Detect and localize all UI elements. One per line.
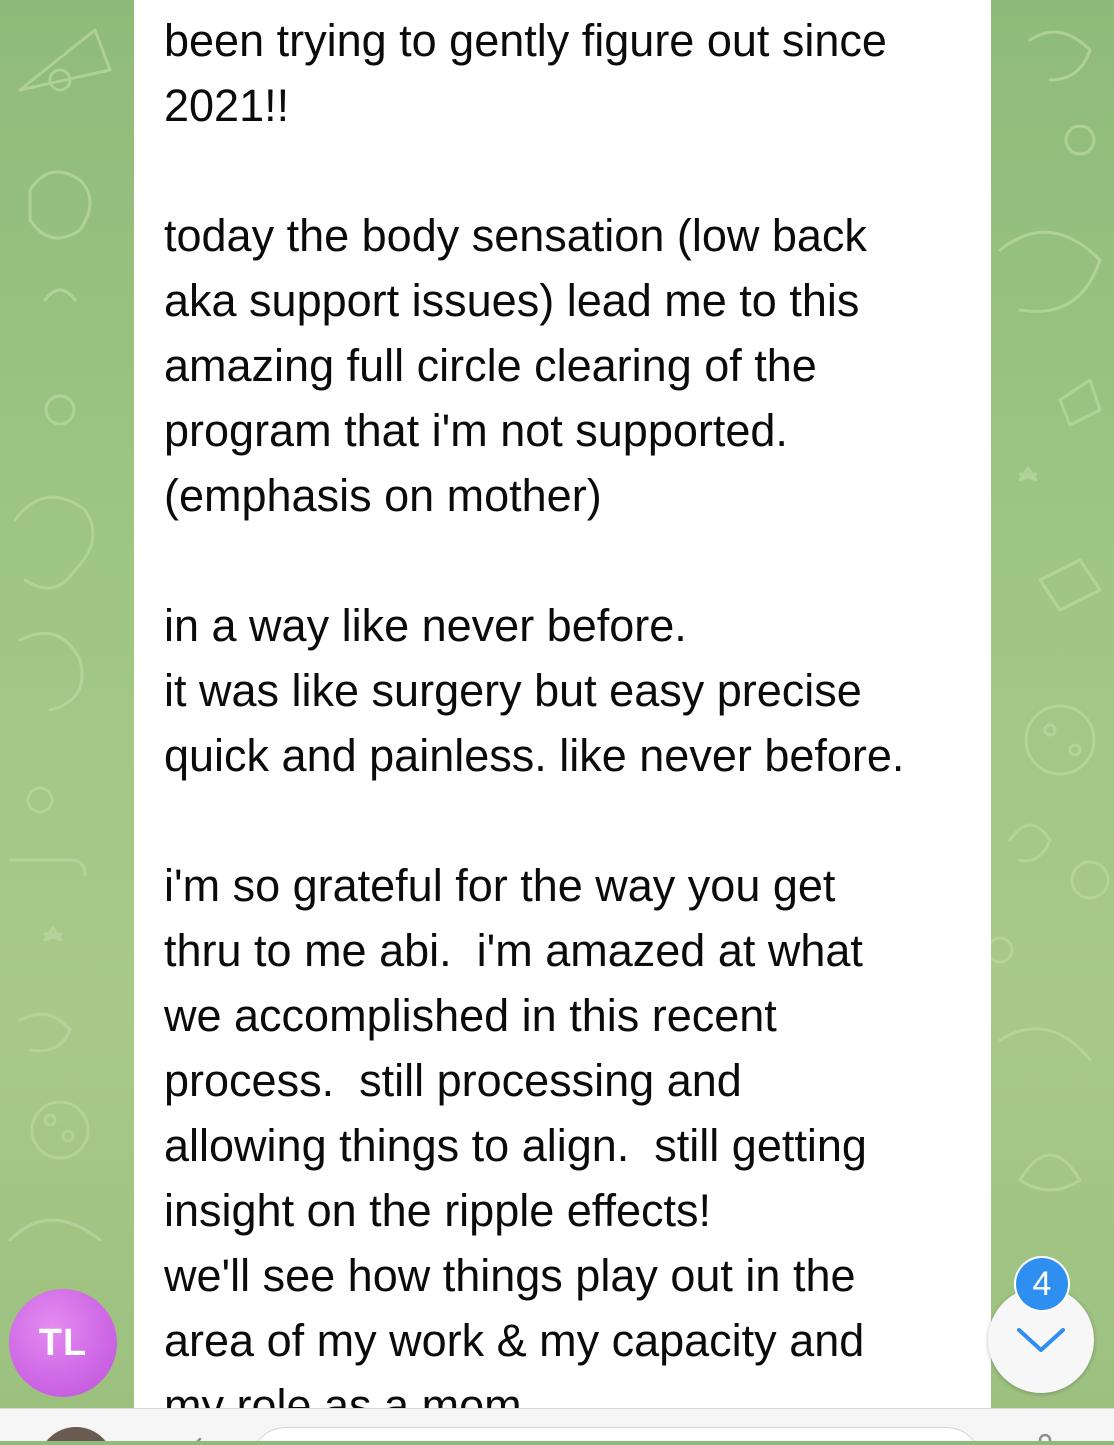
message-text: been trying to gently figure out since 2… bbox=[164, 15, 905, 1408]
composer-bar bbox=[0, 1408, 1114, 1441]
chevron-down-icon bbox=[1017, 1328, 1065, 1352]
message-bubble[interactable]: been trying to gently figure out since 2… bbox=[134, 0, 991, 1408]
sender-initials: TL bbox=[38, 1321, 88, 1364]
sender-avatar[interactable]: TL bbox=[9, 1289, 117, 1397]
unread-count: 4 bbox=[1032, 1264, 1052, 1303]
unread-count-badge: 4 bbox=[1016, 1258, 1068, 1310]
message-input[interactable] bbox=[250, 1427, 982, 1441]
user-avatar-icon[interactable] bbox=[38, 1427, 114, 1441]
